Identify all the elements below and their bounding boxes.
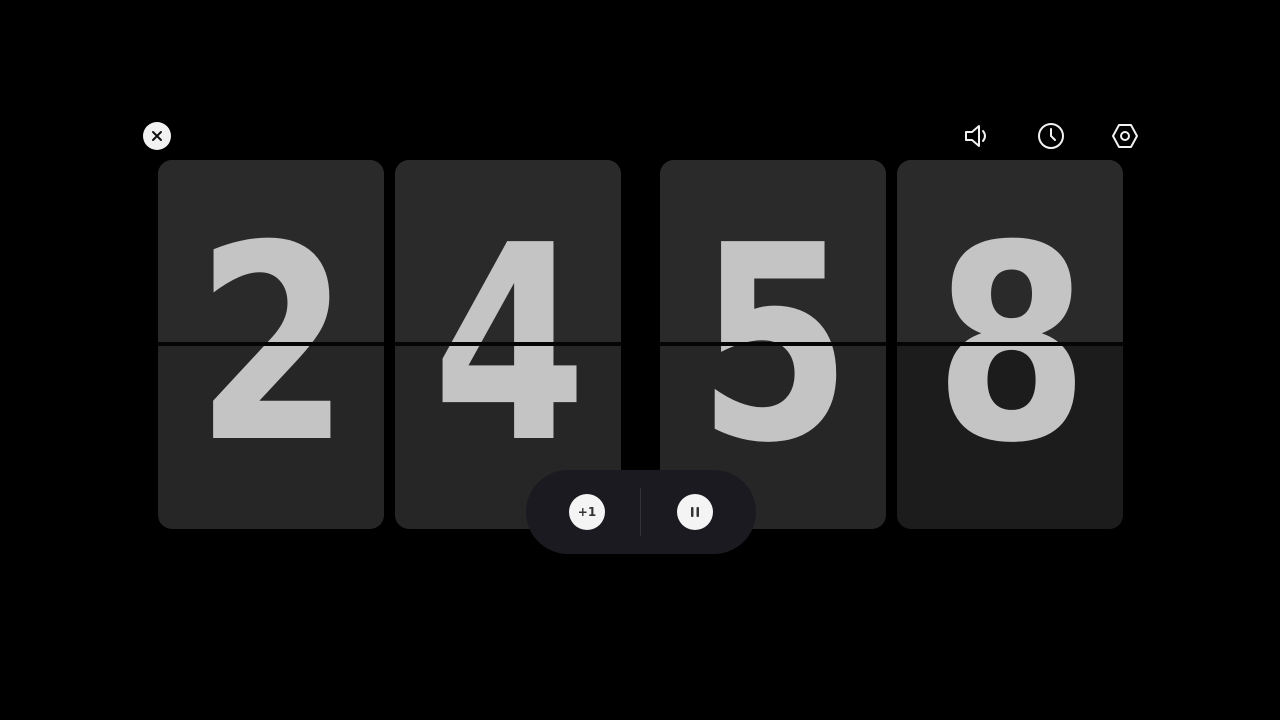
add-one-button[interactable]: +1 <box>569 494 605 530</box>
close-icon <box>152 131 162 141</box>
card-hinge <box>158 342 384 346</box>
card-hinge <box>395 342 621 346</box>
volume-icon <box>965 125 986 147</box>
card-hinge <box>660 342 886 346</box>
card-hinge <box>897 342 1123 346</box>
digit-card-4: 8 <box>897 160 1123 529</box>
settings-button[interactable] <box>1109 120 1141 152</box>
pill-divider <box>640 488 641 536</box>
clock-icon <box>1038 123 1064 149</box>
clock-button[interactable] <box>1035 120 1067 152</box>
pause-icon <box>691 507 699 517</box>
control-pill: +1 <box>526 470 756 554</box>
pause-button[interactable] <box>677 494 713 530</box>
flip-clock-screen: 2 4 5 8 +1 <box>0 0 1280 720</box>
close-button[interactable] <box>143 122 171 150</box>
settings-icon <box>1112 124 1138 148</box>
digit-card-1: 2 <box>158 160 384 529</box>
add-one-label: +1 <box>577 505 597 519</box>
sound-button[interactable] <box>961 120 993 152</box>
